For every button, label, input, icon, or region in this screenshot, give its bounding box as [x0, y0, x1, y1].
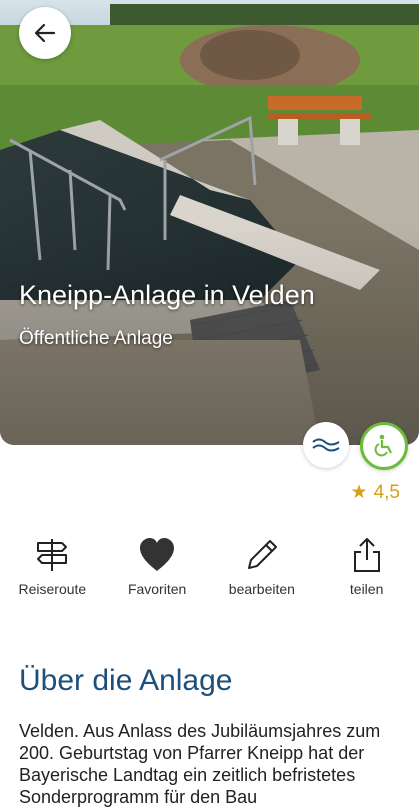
- favorite-label: Favoriten: [127, 581, 187, 597]
- edit-label: bearbeiten: [228, 581, 295, 597]
- wheelchair-icon: [374, 434, 392, 457]
- route-button[interactable]: Reiseroute: [0, 535, 105, 597]
- signpost-icon: [37, 539, 68, 571]
- about-text: Velden. Aus Anlass des Jubiläumsjahres z…: [19, 721, 381, 807]
- route-label: Reiseroute: [18, 581, 87, 597]
- heart-icon: [140, 538, 175, 571]
- page-title: Kneipp-Anlage in Velden: [19, 280, 315, 310]
- hero-image: Kneipp-Anlage in Velden Öffentliche Anla…: [0, 0, 419, 445]
- action-bar: Reiseroute Favoriten bearbeiten teilen: [0, 535, 419, 597]
- favorite-button[interactable]: Favoriten: [105, 535, 210, 597]
- rating-value: 4,5: [373, 481, 400, 503]
- arrow-left-icon: [34, 23, 56, 43]
- star-icon: ★: [350, 482, 368, 503]
- about-heading: Über die Anlage: [19, 664, 233, 697]
- water-badge: [303, 422, 349, 468]
- back-button[interactable]: [19, 7, 71, 59]
- share-button[interactable]: teilen: [314, 535, 419, 597]
- share-label: teilen: [349, 581, 384, 597]
- pencil-icon: [247, 540, 277, 569]
- accessibility-badge: [360, 422, 408, 470]
- kneipp-facility-photo: [0, 0, 419, 445]
- share-icon: [353, 538, 380, 572]
- rating: ★ 4,5: [351, 481, 400, 504]
- water-waves-icon: [312, 438, 340, 452]
- facility-type: Öffentliche Anlage: [19, 328, 173, 349]
- edit-button[interactable]: bearbeiten: [210, 535, 315, 597]
